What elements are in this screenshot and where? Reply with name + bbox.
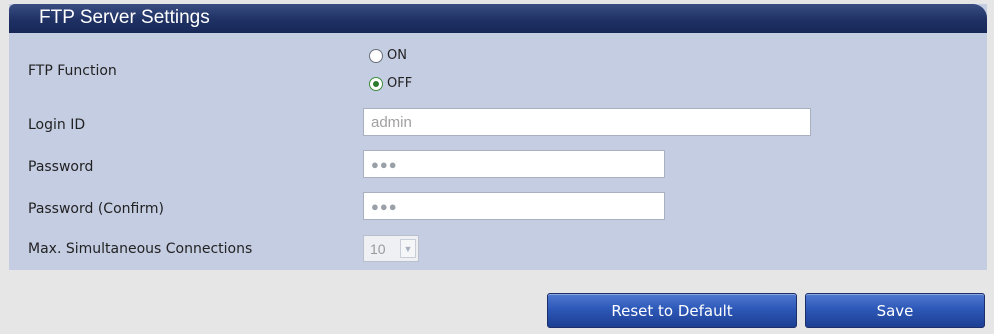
password-value: ●●● xyxy=(371,156,398,172)
password-confirm-value: ●●● xyxy=(371,198,398,214)
reset-to-default-button[interactable]: Reset to Default xyxy=(547,293,797,328)
ftp-on-label: ON xyxy=(387,48,407,63)
panel-title: FTP Server Settings xyxy=(39,7,210,28)
panel-header: FTP Server Settings xyxy=(9,4,987,33)
max-connections-select[interactable]: 10 ▼ xyxy=(363,235,419,262)
max-connections-label: Max. Simultaneous Connections xyxy=(28,241,253,257)
ftp-on-radio[interactable]: ON xyxy=(369,48,407,63)
login-id-input[interactable]: admin xyxy=(363,108,811,136)
password-confirm-input[interactable]: ●●● xyxy=(363,192,665,220)
login-id-value: admin xyxy=(371,113,412,131)
password-input[interactable]: ●●● xyxy=(363,150,665,178)
ftp-off-label: OFF xyxy=(387,76,413,91)
password-confirm-label: Password (Confirm) xyxy=(28,201,164,217)
ftp-function-label: FTP Function xyxy=(28,63,117,79)
radio-unchecked-icon xyxy=(369,48,383,63)
ftp-off-radio[interactable]: OFF xyxy=(369,76,412,91)
max-connections-value: 10 xyxy=(370,240,386,257)
chevron-down-icon: ▼ xyxy=(400,239,416,258)
login-id-label: Login ID xyxy=(28,117,86,133)
ftp-settings-panel: FTP Server Settings FTP Function ON OFF … xyxy=(9,4,987,270)
radio-checked-icon xyxy=(369,76,383,91)
password-label: Password xyxy=(28,159,94,175)
save-button[interactable]: Save xyxy=(805,293,985,328)
